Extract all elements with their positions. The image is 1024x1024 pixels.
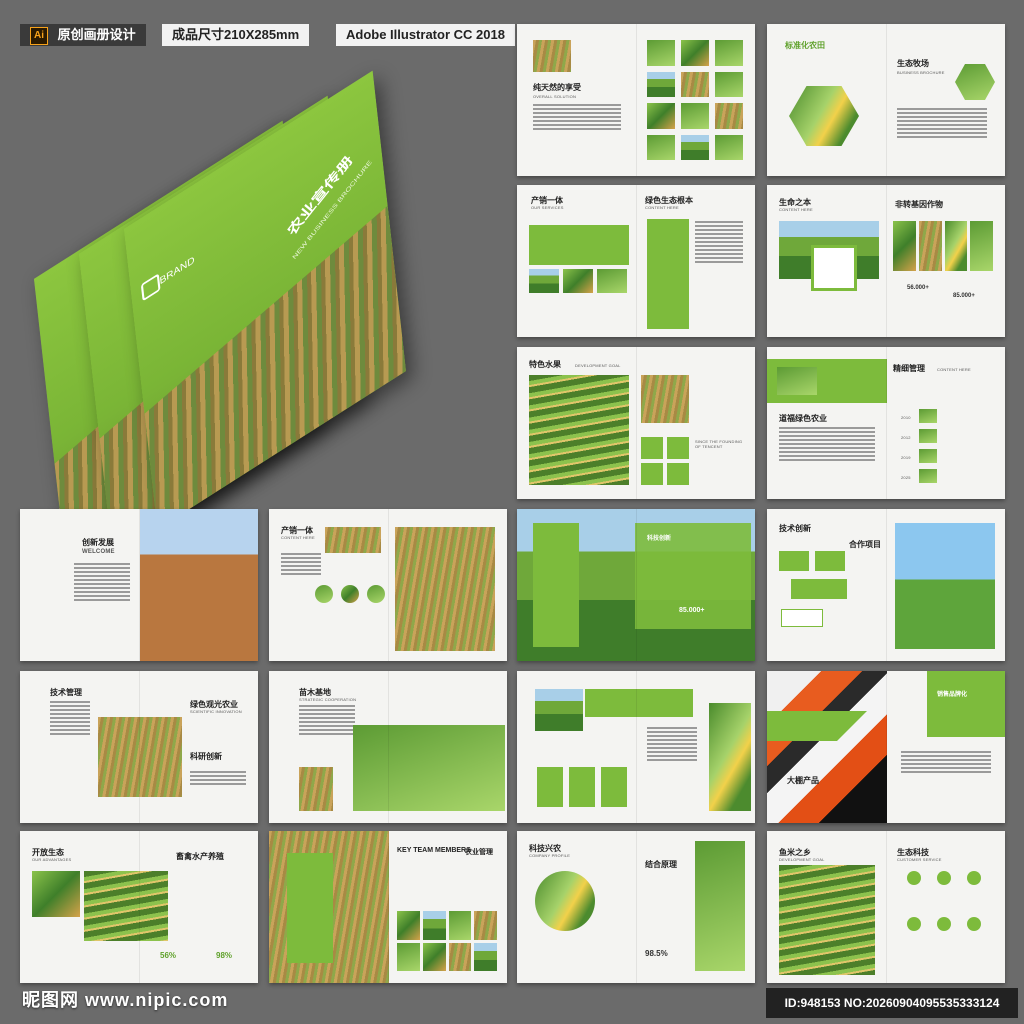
- spread-title-2: 畜禽水产养殖: [176, 852, 224, 861]
- spread-subtitle: CONTENT HERE: [281, 535, 315, 540]
- spread-cooperation: 技术创新 合作项目: [767, 509, 1005, 661]
- spread-title-2: 合作项目: [849, 540, 881, 549]
- spread-tech-innovation: 科技创新 85.000+: [517, 509, 755, 661]
- spread-nursery-base: 苗木基地 STRATEGIC COOPERATION: [269, 671, 507, 823]
- spread-title: 特色水果: [529, 360, 561, 369]
- spread-company-profile: 科技兴农 COMPANY PROFILE 结合原理 98.5%: [517, 831, 755, 983]
- spread-title: 纯天然的享受: [533, 83, 581, 92]
- spread-subtitle-2: CUSTOMER SERVICE: [897, 857, 942, 862]
- spread-overall-solution: 纯天然的享受 OVERALL SOLUTION: [517, 24, 755, 176]
- spread-subtitle: WELCOME: [82, 549, 115, 555]
- stat: 98.5%: [645, 949, 668, 958]
- nipic-logo: 昵图网 www.nipic.com: [22, 990, 229, 1010]
- illustrator-icon: Ai: [30, 26, 48, 45]
- spread-subtitle-2: SCIENTIFIC INNOVATION: [190, 709, 242, 714]
- spread-subtitle-2: CONTENT HERE: [645, 205, 679, 210]
- spread-production-sales: 产销一体 CONTENT HERE: [269, 509, 507, 661]
- spread-title-2: 生态牧场: [897, 59, 929, 68]
- spread-subtitle: OUR SERVICES: [531, 205, 564, 210]
- spread-tech-management: 技术管理 绿色观光农业 SCIENTIFIC INNOVATION 科研创新: [20, 671, 258, 823]
- spread-title: 精细管理: [893, 364, 925, 373]
- spread-subtitle: STRATEGIC COOPERATION: [299, 697, 357, 702]
- spread-title: 科技创新: [647, 536, 672, 542]
- spread-title-3: 科研创新: [190, 752, 222, 761]
- spread-title: 销售品牌化: [937, 692, 968, 698]
- spread-harvest: [517, 671, 755, 823]
- spread-title: 标准化农田: [785, 41, 825, 50]
- spread-title-2: 大棚产品: [787, 776, 819, 785]
- spread-development-goal: 特色水果 DEVELOPMENT GOAL SINCE THE FOUNDING…: [517, 347, 755, 499]
- spread-brand-sales: 销售品牌化 大棚产品: [767, 671, 1005, 823]
- spread-subtitle: DEVELOPMENT GOAL: [575, 363, 621, 368]
- spread-subtitle: CONTENT HERE: [779, 207, 813, 212]
- stat-1: 56%: [160, 951, 177, 960]
- spread-our-services: 产销一体 OUR SERVICES 绿色生态根本 CONTENT HERE: [517, 185, 755, 337]
- spread-fine-management: 精细管理 CONTENT HERE 道福绿色农业 2010 2012 2019 …: [767, 347, 1005, 499]
- software-badge: Adobe Illustrator CC 2018: [336, 24, 515, 46]
- cover-front: BRAND 农业宣传册 NEW BUSINESS BROCHURE: [123, 70, 407, 530]
- spread-open-ecology: 开放生态 OUR ADVANTAGES 56% 畜禽水产养殖 98%: [20, 831, 258, 983]
- brand-logo-icon: [140, 273, 161, 302]
- spread-innovation: 创新发展 WELCOME: [20, 509, 258, 661]
- spread-title: 技术管理: [50, 688, 82, 697]
- spread-title-2: 结合原理: [645, 860, 677, 869]
- brochure-cover-stack: BRAND 农业宣传册 NEW BUSINESS BROCHURE: [20, 70, 510, 580]
- founding-note: SINCE THE FOUNDING OF TENCENT: [695, 439, 743, 449]
- size-badge: 成品尺寸210X285mm: [162, 24, 310, 46]
- spread-team-members: KEY TEAM MEMBERS 农业管理: [269, 831, 507, 983]
- spread-subtitle: OUR ADVANTAGES: [32, 857, 72, 862]
- spread-title: KEY TEAM MEMBERS: [397, 847, 471, 854]
- image-id-label: ID:948153 NO:20260904095535333124: [766, 988, 1018, 1018]
- year-3: 2019: [901, 455, 911, 460]
- spread-title-2: 农业管理: [465, 849, 493, 856]
- stat-2: 85.000+: [953, 293, 975, 299]
- spread-title-2: 道福绿色农业: [779, 414, 827, 423]
- spread-title: 创新发展: [82, 538, 114, 547]
- size-label: 成品尺寸210X285mm: [172, 27, 300, 42]
- year-1: 2010: [901, 415, 911, 420]
- spread-land-of-fish-rice: 鱼米之乡 DEVELOPMENT GOAL 生态科技 CUSTOMER SERV…: [767, 831, 1005, 983]
- spread-subtitle: OVERALL SOLUTION: [533, 94, 577, 99]
- spread-subtitle-2: BUSINESS BROCHURE: [897, 70, 945, 75]
- stat-1: 56.000+: [907, 285, 929, 291]
- spread-standard-farmland: 标准化农田 生态牧场 BUSINESS BROCHURE: [767, 24, 1005, 176]
- stat: 85.000+: [679, 607, 705, 614]
- software-label: Adobe Illustrator CC 2018: [346, 27, 505, 42]
- spread-subtitle: DEVELOPMENT GOAL: [779, 857, 825, 862]
- year-2: 2012: [901, 435, 911, 440]
- spread-subtitle: CONTENT HERE: [937, 367, 971, 372]
- spread-title: 技术创新: [779, 524, 811, 533]
- cover-brand: BRAND: [159, 254, 196, 288]
- spread-subtitle: COMPANY PROFILE: [529, 853, 571, 858]
- year-4: 2025: [901, 475, 911, 480]
- original-design-label: 原创画册设计: [57, 27, 136, 42]
- stat-2: 98%: [216, 951, 233, 960]
- spread-title-2: 非转基因作物: [895, 200, 943, 209]
- original-design-badge: Ai 原创画册设计: [20, 24, 146, 46]
- spread-gmo-free: 生命之本 CONTENT HERE 非转基因作物 56.000+ 85.000+: [767, 185, 1005, 337]
